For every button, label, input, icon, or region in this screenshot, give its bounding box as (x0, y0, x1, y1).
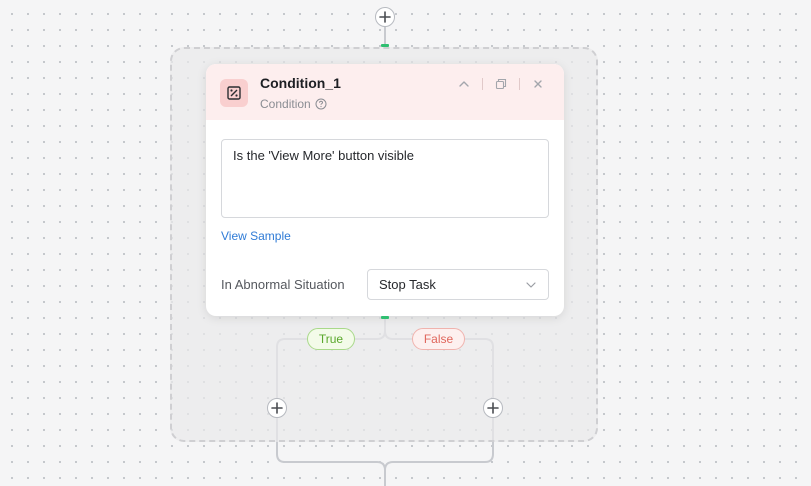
chevron-up-icon (459, 81, 469, 87)
duplicate-button[interactable] (489, 76, 513, 92)
help-icon[interactable] (315, 98, 327, 110)
close-icon (534, 80, 542, 88)
plus-icon (487, 402, 499, 414)
plus-icon (379, 11, 391, 23)
condition-textarea[interactable]: Is the 'View More' button visible (221, 139, 549, 218)
node-title: Condition_1 (260, 75, 341, 91)
plus-icon (271, 402, 283, 414)
collapse-button[interactable] (452, 76, 476, 92)
add-step-button-false-branch[interactable] (483, 398, 503, 418)
condition-icon (227, 86, 241, 100)
chevron-down-icon (526, 281, 536, 288)
view-sample-link[interactable]: View Sample (221, 229, 291, 243)
abnormal-situation-select[interactable]: Stop Task (367, 269, 549, 300)
node-type-label: Condition (260, 97, 311, 111)
node-type-row: Condition (260, 97, 327, 111)
node-header-actions (452, 76, 550, 92)
select-value: Stop Task (379, 277, 436, 292)
divider (519, 78, 520, 90)
abnormal-situation-label: In Abnormal Situation (221, 277, 345, 292)
true-branch-label[interactable]: True (307, 328, 355, 350)
add-step-button-true-branch[interactable] (267, 398, 287, 418)
input-port[interactable] (381, 44, 389, 47)
divider (482, 78, 483, 90)
close-button[interactable] (526, 76, 550, 92)
copy-icon (495, 78, 507, 90)
node-header: Condition_1 Condition (206, 64, 564, 120)
false-branch-label[interactable]: False (412, 328, 465, 350)
node-type-badge (220, 79, 248, 107)
add-step-button-top[interactable] (375, 7, 395, 27)
condition-node-card[interactable]: Condition_1 Condition Is the 'View More'… (206, 64, 564, 316)
output-port[interactable] (381, 316, 389, 319)
